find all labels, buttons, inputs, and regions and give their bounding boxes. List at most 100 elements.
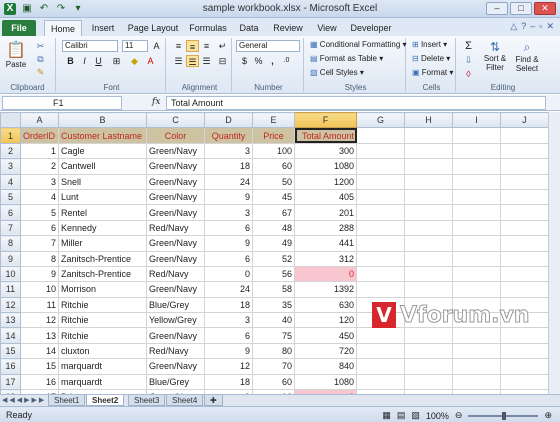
cell[interactable]: 67	[252, 204, 295, 221]
cell[interactable]: 6	[204, 250, 253, 267]
row-header[interactable]: 12	[0, 296, 21, 314]
cell-table[interactable]: A B C D E F G H I J 1 OrderID Customer L…	[0, 112, 549, 394]
vertical-scrollbar[interactable]	[548, 112, 560, 394]
cell[interactable]: Cantwell	[58, 158, 147, 175]
cell[interactable]: Red/Navy	[146, 219, 205, 237]
customize-qat-icon[interactable]: ▾	[72, 3, 84, 15]
cell[interactable]	[500, 358, 549, 375]
sheet-tab[interactable]: Sheet1	[48, 395, 86, 406]
column-header[interactable]: F	[294, 112, 357, 129]
cell[interactable]: 13	[20, 327, 59, 344]
cell[interactable]	[404, 342, 453, 360]
row-header[interactable]: 3	[0, 158, 21, 175]
cell[interactable]	[500, 127, 549, 144]
tab-data[interactable]: Data	[234, 20, 264, 36]
column-header[interactable]: C	[146, 112, 205, 129]
row-header[interactable]: 17	[0, 373, 21, 391]
cell[interactable]	[356, 235, 405, 252]
row-header[interactable]: 1	[0, 127, 21, 144]
cell[interactable]: 405	[294, 188, 357, 206]
cell[interactable]: 48	[252, 219, 295, 237]
cell[interactable]	[356, 142, 405, 160]
cell[interactable]	[500, 281, 549, 298]
cell[interactable]: 50	[252, 173, 295, 190]
row-header[interactable]: 2	[0, 142, 21, 160]
tab-insert[interactable]: Insert	[86, 20, 120, 36]
cell[interactable]: 10	[20, 281, 59, 298]
cell[interactable]: Zanitsch-Prentice	[58, 250, 147, 267]
cell[interactable]: 100	[252, 142, 295, 160]
cell[interactable]	[500, 373, 549, 391]
maximize-button[interactable]: □	[510, 2, 532, 15]
cell[interactable]: Blue/Grey	[146, 373, 205, 391]
cell[interactable]: 120	[294, 312, 357, 329]
fill-color-icon[interactable]: ◆	[128, 55, 141, 67]
cell[interactable]	[356, 373, 405, 391]
cell[interactable]: Miller	[58, 235, 147, 252]
cell[interactable]: 70	[252, 358, 295, 375]
row-header[interactable]: 5	[0, 188, 21, 206]
cell[interactable]: Green/Navy	[146, 281, 205, 298]
zoom-level[interactable]: 100%	[426, 411, 449, 421]
wrap-text-icon[interactable]: ↵	[216, 40, 229, 52]
cell[interactable]	[404, 373, 453, 391]
cell[interactable]: Green/Navy	[146, 235, 205, 252]
cell[interactable]: Morrison	[58, 281, 147, 298]
cell[interactable]: Green/Navy	[146, 358, 205, 375]
cell[interactable]: 24	[204, 281, 253, 298]
percent-button[interactable]: %	[252, 55, 265, 67]
close-button[interactable]: ✕	[534, 2, 556, 15]
cell[interactable]: 0	[294, 265, 357, 283]
cell[interactable]: 18	[204, 296, 253, 314]
row-header[interactable]: 7	[0, 219, 21, 237]
cell[interactable]: 35	[252, 296, 295, 314]
cell[interactable]: 1080	[294, 373, 357, 391]
zoom-slider[interactable]	[468, 411, 539, 420]
cell[interactable]	[500, 188, 549, 206]
column-header[interactable]: I	[452, 112, 501, 129]
page-break-view-icon[interactable]: ▧	[411, 410, 420, 421]
cell[interactable]: 9	[204, 342, 253, 360]
cell[interactable]: 288	[294, 219, 357, 237]
format-cells-button[interactable]: ▣ Format ▾	[412, 68, 453, 77]
cell[interactable]: 45	[252, 188, 295, 206]
paste-button[interactable]: 📋 Paste	[4, 40, 28, 69]
redo-icon[interactable]: ↷	[55, 3, 67, 15]
cell[interactable]: 40	[252, 312, 295, 329]
cell[interactable]	[404, 235, 453, 252]
cell[interactable]	[452, 358, 501, 375]
column-header[interactable]: G	[356, 112, 405, 129]
cell[interactable]: 3	[20, 173, 59, 190]
bold-button[interactable]: B	[64, 55, 77, 67]
cell[interactable]: 1080	[294, 158, 357, 175]
insert-cells-button[interactable]: ⊞ Insert ▾	[412, 40, 447, 49]
zoom-in-icon[interactable]: ⊕	[544, 410, 552, 421]
cell[interactable]: 18	[204, 373, 253, 391]
cell[interactable]	[500, 265, 549, 283]
copy-icon[interactable]: ⧉	[34, 53, 47, 65]
cell[interactable]: Red/Navy	[146, 265, 205, 283]
row-header[interactable]: 15	[0, 342, 21, 360]
column-header[interactable]: E	[252, 112, 295, 129]
currency-button[interactable]: $	[238, 55, 251, 67]
header-cell[interactable]: Quantity	[204, 127, 253, 144]
cell[interactable]	[356, 127, 405, 144]
format-as-table-button[interactable]: ▤ Format as Table ▾	[310, 54, 383, 63]
minimize-ribbon-icon[interactable]: △	[510, 21, 517, 32]
clear-icon[interactable]: ◊	[462, 68, 475, 80]
cell[interactable]	[404, 281, 453, 298]
cell[interactable]	[500, 158, 549, 175]
cell[interactable]	[356, 204, 405, 221]
sheet-tab[interactable]: Sheet4	[166, 395, 204, 406]
cell[interactable]: 9	[204, 188, 253, 206]
cell[interactable]: 441	[294, 235, 357, 252]
cell[interactable]: Green/Navy	[146, 327, 205, 344]
cell[interactable]: 8	[20, 250, 59, 267]
row-header[interactable]: 4	[0, 173, 21, 190]
fill-icon[interactable]: ⇩	[462, 54, 475, 66]
font-size-select[interactable]: 11	[122, 40, 148, 52]
tab-formulas[interactable]: Formulas	[186, 20, 230, 36]
header-cell[interactable]: Color	[146, 127, 205, 144]
cell[interactable]: 16	[20, 373, 59, 391]
column-header[interactable]: D	[204, 112, 253, 129]
